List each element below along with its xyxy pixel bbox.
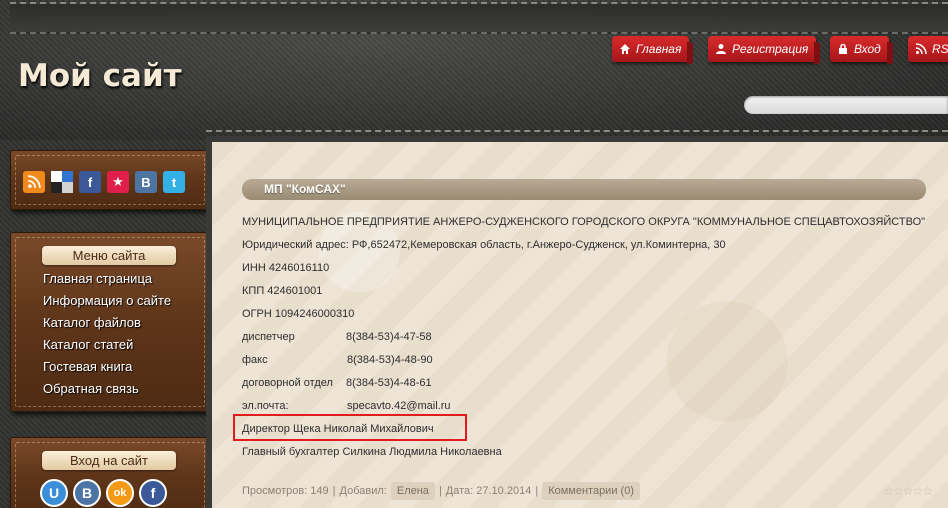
- login-block-title: Вход на сайт: [42, 451, 176, 470]
- vk-login-icon[interactable]: B: [73, 479, 101, 507]
- twitter-icon[interactable]: t: [163, 171, 185, 193]
- rating-stars[interactable]: ☆☆☆☆☆: [883, 484, 933, 498]
- contact-row-contract-dept: договорной отдел 8(384-53)4-48-61: [242, 377, 542, 389]
- entry-accountant: Главный бухгалтер Силкина Людмила Никола…: [242, 446, 502, 458]
- user-icon: [714, 42, 728, 56]
- header-stitch-strip: [10, 2, 948, 34]
- facebook-login-icon[interactable]: f: [139, 479, 167, 507]
- entry-date: Дата: 27.10.2014: [445, 485, 532, 497]
- entry-full-name: МУНИЦИПАЛЬНОЕ ПРЕДПРИЯТИЕ АНЖЕРО-СУДЖЕНС…: [242, 216, 926, 228]
- delicious-icon[interactable]: [51, 171, 73, 193]
- odnoklassniki-login-icon[interactable]: ok: [106, 479, 134, 507]
- menu-item-feedback[interactable]: Обратная связь: [43, 378, 171, 400]
- content-stitch: [206, 130, 948, 132]
- contact-value: 8(384-53)4-47-58: [346, 331, 432, 343]
- entry-kpp: КПП 424601001: [242, 285, 323, 297]
- footer-separator: |: [332, 485, 336, 497]
- home-icon: [618, 42, 632, 56]
- nav-tab-rss-label: RSS: [932, 42, 948, 56]
- entry-inn: ИНН 4246016110: [242, 262, 330, 274]
- entry-ogrn: ОГРН 1094246000310: [242, 308, 355, 320]
- site-menu-title: Меню сайта: [42, 246, 176, 265]
- nav-tab-rss[interactable]: RSS: [908, 36, 948, 62]
- search-input[interactable]: [744, 96, 948, 114]
- site-title[interactable]: Мой сайт: [18, 58, 182, 94]
- contact-row-fax: факс 8(384-53)4-48-90: [242, 354, 542, 366]
- author-link[interactable]: Елена: [390, 482, 435, 500]
- lock-icon: [836, 42, 850, 56]
- entry-address: Юридический адрес: РФ,652472,Кемеровская…: [242, 239, 726, 251]
- added-by-label: Добавил:: [339, 485, 387, 497]
- contact-label: договорной отдел: [242, 377, 333, 389]
- menu-item-articles[interactable]: Каталог статей: [43, 334, 171, 356]
- nav-tab-register[interactable]: Регистрация: [708, 36, 821, 64]
- email-link[interactable]: specavto.42@mail.ru: [347, 400, 451, 412]
- entry-title: МП "КомСАХ": [242, 179, 926, 200]
- bookmark-star-icon[interactable]: ★: [107, 171, 129, 193]
- vk-icon[interactable]: B: [135, 171, 157, 193]
- footer-separator: |: [438, 485, 442, 497]
- site-menu-list: Главная страница Информация о сайте Ката…: [43, 268, 171, 400]
- contact-value: 8(384-53)4-48-61: [346, 377, 432, 389]
- entry-director: Директор Щека Николай Михайлович: [242, 423, 434, 435]
- contact-value: 8(384-53)4-48-90: [347, 354, 433, 366]
- nav-tab-register-label: Регистрация: [732, 42, 809, 56]
- menu-item-about[interactable]: Информация о сайте: [43, 290, 171, 312]
- facebook-icon[interactable]: f: [79, 171, 101, 193]
- contact-label: факс: [242, 354, 268, 366]
- menu-item-home[interactable]: Главная страница: [43, 268, 171, 290]
- entry-footer: Просмотров: 149 | Добавил: Елена | Дата:…: [242, 478, 933, 504]
- menu-item-files[interactable]: Каталог файлов: [43, 312, 171, 334]
- views-count: Просмотров: 149: [242, 485, 329, 497]
- social-icons-row: f ★ B t: [23, 171, 185, 193]
- nav-tab-home[interactable]: Главная: [612, 36, 694, 64]
- contact-label: диспетчер: [242, 331, 295, 343]
- comments-link[interactable]: Комментарии (0): [542, 482, 640, 500]
- contact-label: эл.почта:: [242, 400, 289, 412]
- rss-icon: [914, 42, 928, 56]
- footer-separator: |: [535, 485, 539, 497]
- rss-icon[interactable]: [23, 171, 45, 193]
- nav-tab-login[interactable]: Вход: [830, 36, 893, 64]
- nav-tab-home-label: Главная: [636, 42, 682, 56]
- social-bookmarks-block: f ★ B t: [10, 150, 216, 210]
- menu-item-guestbook[interactable]: Гостевая книга: [43, 356, 171, 378]
- contact-row-email: эл.почта: specavto.42@mail.ru: [242, 400, 542, 412]
- contact-row-dispatcher: диспетчер 8(384-53)4-47-58: [242, 331, 542, 343]
- ucoz-login-icon[interactable]: U: [40, 479, 68, 507]
- login-icons-row: U B ok f: [40, 479, 167, 507]
- nav-tab-login-label: Вход: [854, 42, 881, 56]
